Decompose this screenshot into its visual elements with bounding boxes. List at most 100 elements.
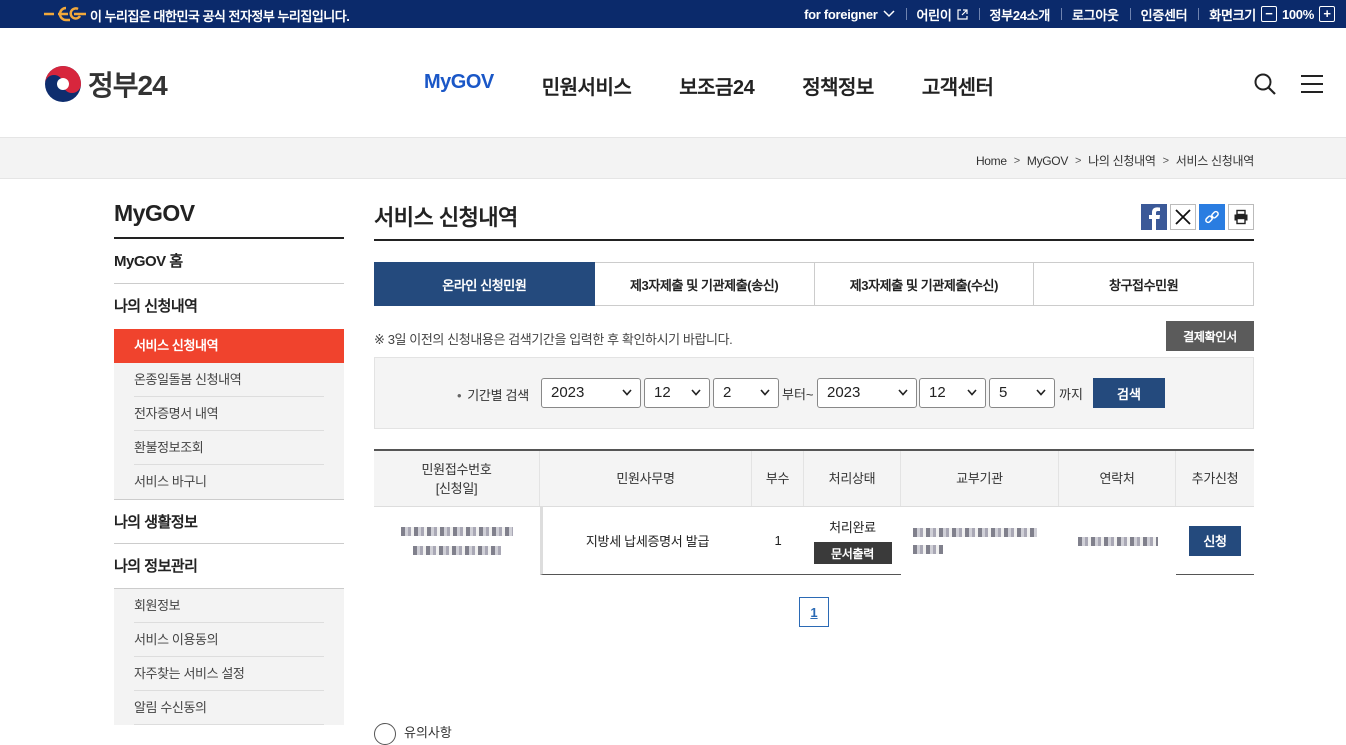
- payment-receipt-button[interactable]: 결제확인서: [1166, 321, 1254, 351]
- print-document-button[interactable]: 문서출력: [813, 542, 892, 564]
- from-year-select[interactable]: 2023: [541, 378, 641, 408]
- side-nav-favorite-services[interactable]: 자주찾는 서비스 설정: [114, 657, 344, 691]
- screen-size-label: 화면크기: [1209, 7, 1256, 23]
- zoom-in-button[interactable]: +: [1319, 6, 1335, 22]
- from-day-select[interactable]: 2: [713, 378, 779, 408]
- facebook-share-button[interactable]: [1141, 204, 1167, 230]
- tab-third-party-received[interactable]: 제3자제출 및 기관제출(수신): [814, 262, 1035, 306]
- chevron-down-icon: [691, 389, 701, 396]
- gov-banner-bar: 이 누리집은 대한민국 공식 전자정부 누리집입니다. for foreigne…: [0, 0, 1346, 28]
- to-day-select[interactable]: 5: [989, 378, 1055, 408]
- col-copies: 부수: [752, 451, 804, 506]
- from-month-value: 12: [654, 384, 671, 401]
- to-year-select[interactable]: 2023: [817, 378, 917, 408]
- apply-history-submenu: 서비스 신청내역 온종일돌봄 신청내역 전자증명서 내역 환불정보조회 서비스 …: [114, 329, 344, 499]
- chevron-right-icon: >: [1162, 154, 1169, 167]
- screen-size-control: 화면크기 − 100% +: [1198, 5, 1346, 24]
- search-period-notice: ※ 3일 이전의 신청내용은 검색기간을 입력한 후 확인하시기 바랍니다.: [374, 332, 733, 347]
- redacted-receipt-number: [374, 507, 540, 575]
- table-row: 지방세 납세증명서 발급 1 처리완료 문서출력 신청: [374, 507, 1254, 575]
- nav-subsidy24[interactable]: 보조금24: [655, 71, 778, 100]
- chevron-right-icon: >: [1013, 154, 1020, 167]
- side-nav-life-info[interactable]: 나의 생활정보: [114, 499, 344, 544]
- kids-label: 어린이: [916, 7, 952, 23]
- side-nav-service-history[interactable]: 서비스 신청내역: [114, 329, 344, 363]
- search-button[interactable]: 검색: [1093, 378, 1165, 408]
- site-logo[interactable]: 정부24: [44, 64, 168, 104]
- breadcrumb-band: Home > MyGOV > 나의 신청내역 > 서비스 신청내역: [0, 138, 1346, 179]
- share-tools: [1141, 204, 1254, 230]
- to-suffix: 까지: [1059, 387, 1083, 402]
- nav-customer-center[interactable]: 고객센터: [898, 71, 1018, 100]
- side-nav-service-consent[interactable]: 서비스 이용동의: [114, 623, 344, 657]
- status-cell: 처리완료 문서출력: [804, 507, 901, 575]
- chevron-down-icon: [622, 389, 632, 396]
- apply-button[interactable]: 신청: [1189, 525, 1241, 556]
- zoom-out-button[interactable]: −: [1260, 6, 1277, 22]
- side-nav-member-info[interactable]: 회원정보: [114, 589, 344, 623]
- hamburger-menu-icon[interactable]: [1300, 74, 1324, 94]
- page-1-button[interactable]: 1: [799, 597, 829, 627]
- col-status: 처리상태: [804, 451, 901, 506]
- side-nav-apply-history[interactable]: 나의 신청내역: [114, 284, 344, 329]
- tab-counter-application[interactable]: 창구접수민원: [1034, 262, 1254, 306]
- side-nav-mygov-home[interactable]: MyGOV 홈: [114, 239, 344, 284]
- site-name: 정부24: [88, 70, 168, 101]
- tab-third-party-sent[interactable]: 제3자제출 및 기관제출(송신): [594, 262, 815, 306]
- external-link-icon: [956, 8, 968, 20]
- period-search-label: 기간별 검색: [457, 385, 529, 404]
- nav-policy-info[interactable]: 정책정보: [778, 71, 898, 100]
- print-button[interactable]: [1228, 204, 1254, 230]
- side-nav-refund-info[interactable]: 환불정보조회: [114, 431, 344, 465]
- search-icon[interactable]: [1253, 72, 1277, 96]
- for-foreigner-label: for foreigner: [804, 6, 878, 22]
- redacted-text: [913, 528, 1037, 537]
- link-icon: [1205, 210, 1219, 224]
- about-gov24-link[interactable]: 정부24소개: [978, 5, 1062, 24]
- official-site-notice[interactable]: 이 누리집은 대한민국 공식 전자정부 누리집입니다.: [90, 6, 350, 25]
- side-nav-allday-care[interactable]: 온종일돌봄 신청내역: [114, 363, 344, 397]
- breadcrumb: Home > MyGOV > 나의 신청내역 > 서비스 신청내역: [976, 152, 1254, 169]
- zoom-level: 100%: [1281, 6, 1314, 22]
- apply-cell: 신청: [1176, 507, 1254, 575]
- breadcrumb-apply-history[interactable]: 나의 신청내역: [1088, 152, 1156, 169]
- nav-civil-services[interactable]: 민원서비스: [518, 71, 656, 100]
- redacted-text: [913, 545, 943, 554]
- x-share-button[interactable]: [1170, 204, 1196, 230]
- page-title: 서비스 신청내역: [374, 200, 1254, 241]
- breadcrumb-mygov[interactable]: MyGOV: [1027, 154, 1068, 168]
- logout-link[interactable]: 로그아웃: [1061, 5, 1130, 24]
- taegeuk-logo-icon: [45, 66, 81, 102]
- cert-center-link[interactable]: 인증센터: [1129, 5, 1199, 24]
- from-suffix: 부터~: [782, 387, 814, 402]
- side-nav-notification-consent[interactable]: 알림 수신동의: [114, 691, 344, 725]
- info-manage-submenu: 회원정보 서비스 이용동의 자주찾는 서비스 설정 알림 수신동의: [114, 589, 344, 725]
- chevron-down-icon: [1036, 389, 1046, 396]
- side-nav-title: MyGOV: [114, 200, 344, 239]
- print-icon: [1234, 209, 1248, 225]
- x-logo-icon: [1175, 209, 1191, 225]
- chevron-down-icon: [760, 389, 770, 396]
- redacted-text: [401, 527, 513, 536]
- site-header: 정부24 MyGOV 민원서비스 보조금24 정책정보 고객센터: [0, 28, 1346, 138]
- nav-mygov[interactable]: MyGOV: [400, 71, 518, 100]
- history-tabs: 온라인 신청민원 제3자제출 및 기관제출(송신) 제3자제출 및 기관제출(수…: [374, 262, 1254, 306]
- col-receipt-no-label: 민원접수번호 [신청일]: [421, 461, 492, 496]
- from-day-value: 2: [723, 384, 732, 401]
- table-header: 민원접수번호 [신청일] 민원사무명 부수 처리상태 교부기관 연락처 추가신청: [374, 449, 1254, 507]
- to-month-select[interactable]: 12: [919, 378, 986, 408]
- side-navigation: MyGOV MyGOV 홈 나의 신청내역 서비스 신청내역 온종일돌봄 신청내…: [114, 200, 344, 725]
- from-month-select[interactable]: 12: [644, 378, 710, 408]
- for-foreigner-menu[interactable]: for foreigner: [793, 7, 905, 22]
- copies-cell: 1: [752, 507, 804, 575]
- copy-link-button[interactable]: [1199, 204, 1225, 230]
- col-issuing-agency: 교부기관: [901, 451, 1059, 506]
- kids-link[interactable]: 어린이: [905, 5, 979, 24]
- side-nav-service-basket[interactable]: 서비스 바구니: [114, 465, 344, 499]
- redacted-text: [1077, 536, 1158, 546]
- side-nav-e-certificate[interactable]: 전자증명서 내역: [114, 397, 344, 431]
- breadcrumb-current: 서비스 신청내역: [1175, 154, 1255, 168]
- side-nav-info-manage[interactable]: 나의 정보관리: [114, 544, 344, 589]
- breadcrumb-home[interactable]: Home: [976, 154, 1007, 168]
- tab-online-application[interactable]: 온라인 신청민원: [374, 262, 595, 306]
